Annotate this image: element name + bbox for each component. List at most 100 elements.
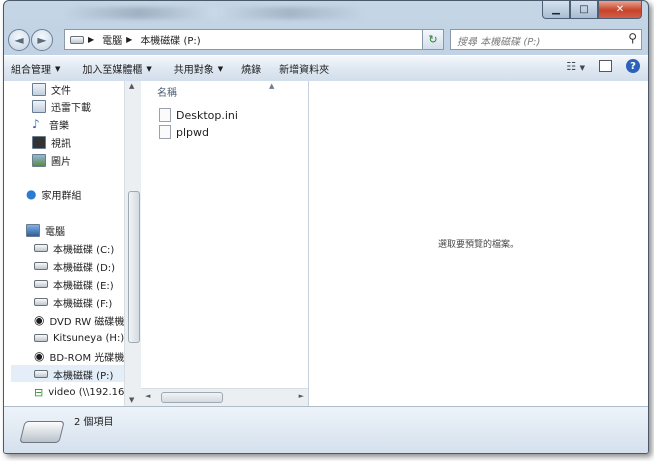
disc-icon: ◉ [34, 349, 45, 363]
pictures-icon [32, 153, 46, 167]
file-name: plpwd [176, 125, 209, 139]
network-drive-icon: ⊟ [34, 385, 44, 399]
navigation-bar: ◄ ► ▶ 電腦 ▶ 本機磁碟 (P:) ▼ ↻ 搜尋 本機磁碟 (P:) ⚲ [4, 27, 648, 53]
navigation-scrollbar[interactable]: ▲ ▼ [124, 81, 141, 406]
add-to-library-menu[interactable]: 加入至媒體櫃 ▼ [75, 61, 158, 77]
column-header-name[interactable]: 名稱 ▲ [157, 82, 274, 99]
sidebar-item-dvd-rw[interactable]: ◉ DVD RW 磁碟機 [34, 312, 124, 328]
computer-icon [26, 223, 40, 237]
sidebar-item-network-video[interactable]: ⊟ video (\\192.168 [34, 384, 124, 400]
sidebar-item-label: 本機磁碟 (P:) [53, 370, 114, 382]
search-icon[interactable]: ⚲ [628, 31, 637, 45]
sidebar-item-label: 音樂 [49, 120, 69, 132]
view-controls: ☷ ▼ ? [566, 59, 640, 73]
drive-icon [34, 280, 48, 288]
disc-icon: ◉ [34, 313, 45, 327]
sidebar-item-thunder-downloads[interactable]: 迅雷下載 [32, 98, 91, 114]
sidebar-item-label: 本機磁碟 (C:) [53, 244, 115, 256]
scroll-right-icon[interactable]: ► [299, 392, 304, 400]
new-folder-button[interactable]: 新增資料夾 [272, 61, 336, 76]
address-bar[interactable]: ▶ 電腦 ▶ 本機磁碟 (P:) ▼ [64, 29, 444, 50]
item-count: 2 個項目 [74, 417, 114, 428]
preview-message: 選取要預覽的檔案。 [437, 240, 519, 250]
sidebar-item-videos[interactable]: 視訊 [32, 134, 71, 150]
documents-icon [32, 82, 46, 96]
file-list-horizontal-scrollbar[interactable]: ◄ ► [141, 388, 308, 406]
view-options-icon[interactable]: ☷ ▼ [566, 60, 585, 73]
sort-arrow-icon: ▲ [269, 82, 275, 90]
sidebar-item-label: 家用群組 [41, 190, 82, 202]
explorer-window: ▁ □ ✕ ◄ ► ▶ 電腦 ▶ 本機磁碟 (P:) ▼ ↻ 搜尋 本機磁碟 (… [3, 0, 649, 454]
forward-button[interactable]: ► [31, 29, 53, 51]
organize-menu[interactable]: 組合管理 ▼ [4, 61, 67, 77]
sidebar-item-homegroup[interactable]: ● 家用群組 [26, 186, 81, 202]
sidebar-item-computer[interactable]: 電腦 [26, 222, 65, 238]
sidebar-item-drive-p[interactable]: 本機磁碟 (P:) [34, 366, 113, 382]
organize-label: 組合管理 [11, 65, 51, 76]
drive-icon [34, 298, 48, 306]
breadcrumb-separator-icon[interactable]: ▶ [88, 35, 94, 44]
chevron-down-icon: ▼ [217, 64, 224, 73]
scrollbar-thumb[interactable] [128, 191, 140, 343]
music-note-icon: ♪ [32, 117, 40, 131]
breadcrumb-current-drive[interactable]: 本機磁碟 (P:) [140, 32, 200, 47]
file-item[interactable]: Desktop.ini [159, 108, 238, 122]
scroll-down-icon[interactable]: ▼ [129, 396, 134, 404]
file-item[interactable]: plpwd [159, 125, 209, 139]
sidebar-item-drive-c[interactable]: 本機磁碟 (C:) [34, 240, 114, 256]
close-button[interactable]: ✕ [598, 1, 642, 19]
preview-pane-icon[interactable] [599, 60, 612, 72]
sidebar-item-label: 迅雷下載 [51, 102, 91, 114]
sidebar-item-label: 視訊 [51, 138, 71, 150]
drive-icon [34, 370, 48, 378]
sidebar-item-bd-rom[interactable]: ◉ BD-ROM 光碟機 [34, 348, 124, 364]
refresh-icon[interactable]: ↻ [422, 29, 444, 50]
minimize-button[interactable]: ▁ [542, 1, 570, 19]
back-button[interactable]: ◄ [8, 29, 30, 51]
sidebar-item-label: 本機磁碟 (F:) [53, 298, 113, 310]
file-icon [159, 108, 171, 122]
details-pane: 2 個項目 [4, 406, 648, 453]
scroll-left-icon[interactable]: ◄ [145, 392, 150, 400]
command-bar: 組合管理 ▼ 加入至媒體櫃 ▼ 共用對象 ▼ 燒錄 新增資料夾 ☷ ▼ ? [4, 55, 648, 82]
sidebar-item-documents[interactable]: 文件 [32, 81, 71, 97]
sidebar-item-label: Kitsuneya (H:) [53, 332, 124, 344]
drive-icon [34, 262, 48, 270]
sidebar-item-drive-d[interactable]: 本機磁碟 (D:) [34, 258, 115, 274]
downloads-icon [32, 99, 46, 113]
sidebar-item-pictures[interactable]: 圖片 [32, 152, 71, 168]
sidebar-item-drive-f[interactable]: 本機磁碟 (F:) [34, 294, 112, 310]
system-drive-icon [34, 244, 48, 252]
breadcrumb-computer[interactable]: 電腦 [102, 32, 122, 47]
scrollbar-thumb[interactable] [161, 392, 223, 403]
sidebar-item-drive-e[interactable]: 本機磁碟 (E:) [34, 276, 114, 292]
sidebar-item-label: video (\\192.168 [48, 386, 124, 398]
help-icon[interactable]: ? [626, 59, 640, 73]
sidebar-item-label: BD-ROM 光碟機 [49, 352, 124, 364]
sidebar-item-label: DVD RW 磁碟機 [49, 316, 124, 328]
share-with-menu[interactable]: 共用對象 ▼ [167, 61, 230, 77]
video-icon [32, 135, 46, 149]
sidebar-item-kitsuneya[interactable]: Kitsuneya (H:) [34, 330, 124, 346]
drive-icon [34, 334, 48, 342]
homegroup-icon: ● [26, 187, 37, 201]
burn-button[interactable]: 燒錄 [234, 61, 268, 76]
window-controls: ▁ □ ✕ [542, 1, 642, 19]
preview-pane: 選取要預覽的檔案。 [309, 81, 648, 406]
breadcrumb-separator-icon[interactable]: ▶ [126, 35, 132, 44]
file-list: 名稱 ▲ Desktop.ini plpwd ◄ ► [141, 81, 309, 406]
sidebar-item-music[interactable]: ♪ 音樂 [32, 116, 69, 132]
maximize-button[interactable]: □ [570, 1, 598, 19]
new-folder-label: 新增資料夾 [279, 65, 330, 76]
navigation-pane: 文件 迅雷下載 ♪ 音樂 視訊 圖片 ● 家用群組 電腦 本機磁碟 (C:) 本機磁… [4, 81, 124, 406]
file-icon [159, 125, 171, 139]
sidebar-item-label: 電腦 [45, 226, 65, 238]
chevron-down-icon: ▼ [55, 64, 61, 73]
file-name: Desktop.ini [176, 108, 238, 122]
scroll-up-icon[interactable]: ▲ [129, 82, 134, 90]
search-input[interactable]: 搜尋 本機磁碟 (P:) ⚲ [450, 29, 642, 50]
drive-icon [19, 421, 65, 443]
column-header-label: 名稱 [157, 88, 177, 99]
sidebar-item-label: 本機磁碟 (E:) [53, 280, 114, 292]
title-bar [64, 7, 364, 19]
